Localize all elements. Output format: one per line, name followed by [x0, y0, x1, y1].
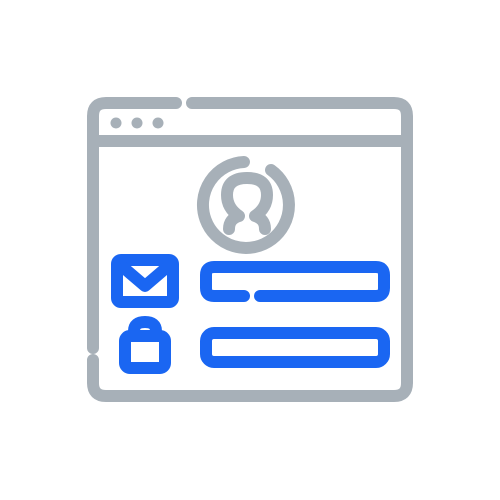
window-dot-2 [131, 117, 143, 129]
window-dot-3 [152, 117, 164, 129]
password-field-outline [200, 327, 390, 368]
envelope-icon [111, 254, 179, 308]
login-window-illustration [0, 0, 500, 500]
password-field [200, 327, 390, 368]
email-field [200, 261, 390, 302]
email-field-outline [200, 261, 390, 302]
window-dot-1 [110, 117, 122, 129]
envelope-flap [118, 262, 172, 292]
avatar-silhouette [221, 172, 273, 235]
login-window-icon [87, 97, 413, 402]
padlock-icon [119, 316, 171, 374]
user-avatar-icon [196, 156, 295, 254]
padlock-body [119, 330, 171, 374]
